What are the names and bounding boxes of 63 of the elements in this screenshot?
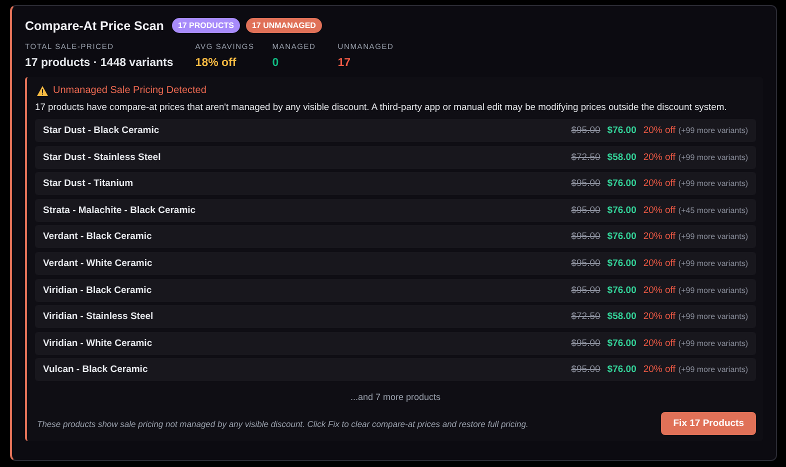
fix-button[interactable]: Fix 17 Products	[661, 412, 756, 436]
stat-value: 0	[272, 57, 280, 69]
discount-label: 20% off	[643, 338, 676, 349]
product-name: Star Dust - Stainless Steel	[43, 152, 162, 163]
product-name: Vulcan - Black Ceramic	[43, 364, 149, 376]
sale-price: $76.00	[607, 204, 636, 216]
original-price: $95.00	[571, 231, 600, 242]
sale-price: $76.00	[607, 231, 636, 242]
variant-count: (+99 more variants)	[678, 232, 748, 242]
variant-count: (+99 more variants)	[678, 286, 748, 295]
stat-value: 17	[338, 57, 352, 69]
variant-count: (+99 more variants)	[678, 152, 748, 162]
sale-price: $76.00	[607, 338, 636, 349]
discount-label: 20% off	[643, 204, 676, 216]
original-price: $95.00	[571, 125, 600, 136]
original-price: $95.00	[571, 338, 600, 349]
discount-label: 20% off	[643, 258, 676, 269]
variant-count: (+99 more variants)	[678, 338, 748, 348]
count-badge: 17 UNMANAGED	[246, 18, 322, 33]
warning-icon	[37, 86, 48, 96]
more-products-text: ...and 7 more products	[349, 392, 442, 402]
product-name: Viridian - Stainless Steel	[43, 311, 154, 322]
count-badge: 17 PRODUCTS	[172, 18, 240, 33]
original-price: $95.00	[571, 284, 600, 296]
footer-note: These products show sale pricing not managed by any visible discount. Click Fix to clear compare-at prices and restore full pricing.	[37, 418, 528, 429]
product-name: Viridian - Black Ceramic	[43, 284, 153, 296]
variant-count: (+99 more variants)	[678, 365, 748, 374]
discount-label: 20% off	[643, 125, 676, 136]
stat-value: 17 products · 1448 variants	[25, 57, 174, 69]
discount-label: 20% off	[643, 178, 676, 190]
product-name: Verdant - White Ceramic	[43, 258, 154, 269]
warning-title: Unmanaged Sale Pricing Detected	[53, 85, 206, 96]
variant-count: (+99 more variants)	[678, 258, 748, 268]
original-price: $95.00	[571, 204, 600, 216]
discount-label: 20% off	[643, 152, 676, 163]
card-title: Compare-At Price Scan	[25, 18, 164, 32]
discount-label: 20% off	[643, 311, 676, 322]
sale-price: $76.00	[607, 258, 636, 269]
variant-count: (+99 more variants)	[678, 126, 748, 135]
discount-label: 20% off	[643, 231, 676, 242]
product-name: Strata - Malachite - Black Ceramic	[43, 204, 197, 216]
warning-message: 17 products have compare-at prices that aren't managed by any visible discount. A third-party app or manual edit may be modifying prices outside the discount system.	[35, 101, 728, 112]
variant-count: (+45 more variants)	[678, 206, 748, 215]
variant-count: (+99 more variants)	[678, 179, 748, 188]
original-price: $72.50	[571, 152, 600, 163]
original-price: $95.00	[571, 364, 600, 376]
sale-price: $76.00	[607, 284, 636, 296]
discount-label: 20% off	[643, 284, 676, 296]
product-name: Viridian - White Ceramic	[43, 338, 154, 349]
sale-price: $58.00	[607, 152, 636, 163]
sale-price: $76.00	[607, 125, 636, 136]
original-price: $95.00	[571, 258, 600, 269]
sale-price: $76.00	[607, 178, 636, 190]
stat-value: 18% off	[195, 57, 238, 69]
sale-price: $76.00	[607, 364, 636, 376]
sale-price: $58.00	[607, 311, 636, 322]
product-name: Star Dust - Black Ceramic	[43, 125, 160, 136]
discount-label: 20% off	[643, 364, 676, 376]
product-name: Star Dust - Titanium	[43, 178, 134, 190]
product-name: Verdant - Black Ceramic	[43, 231, 153, 242]
original-price: $95.00	[571, 178, 600, 190]
original-price: $72.50	[571, 311, 600, 322]
variant-count: (+99 more variants)	[678, 312, 748, 322]
